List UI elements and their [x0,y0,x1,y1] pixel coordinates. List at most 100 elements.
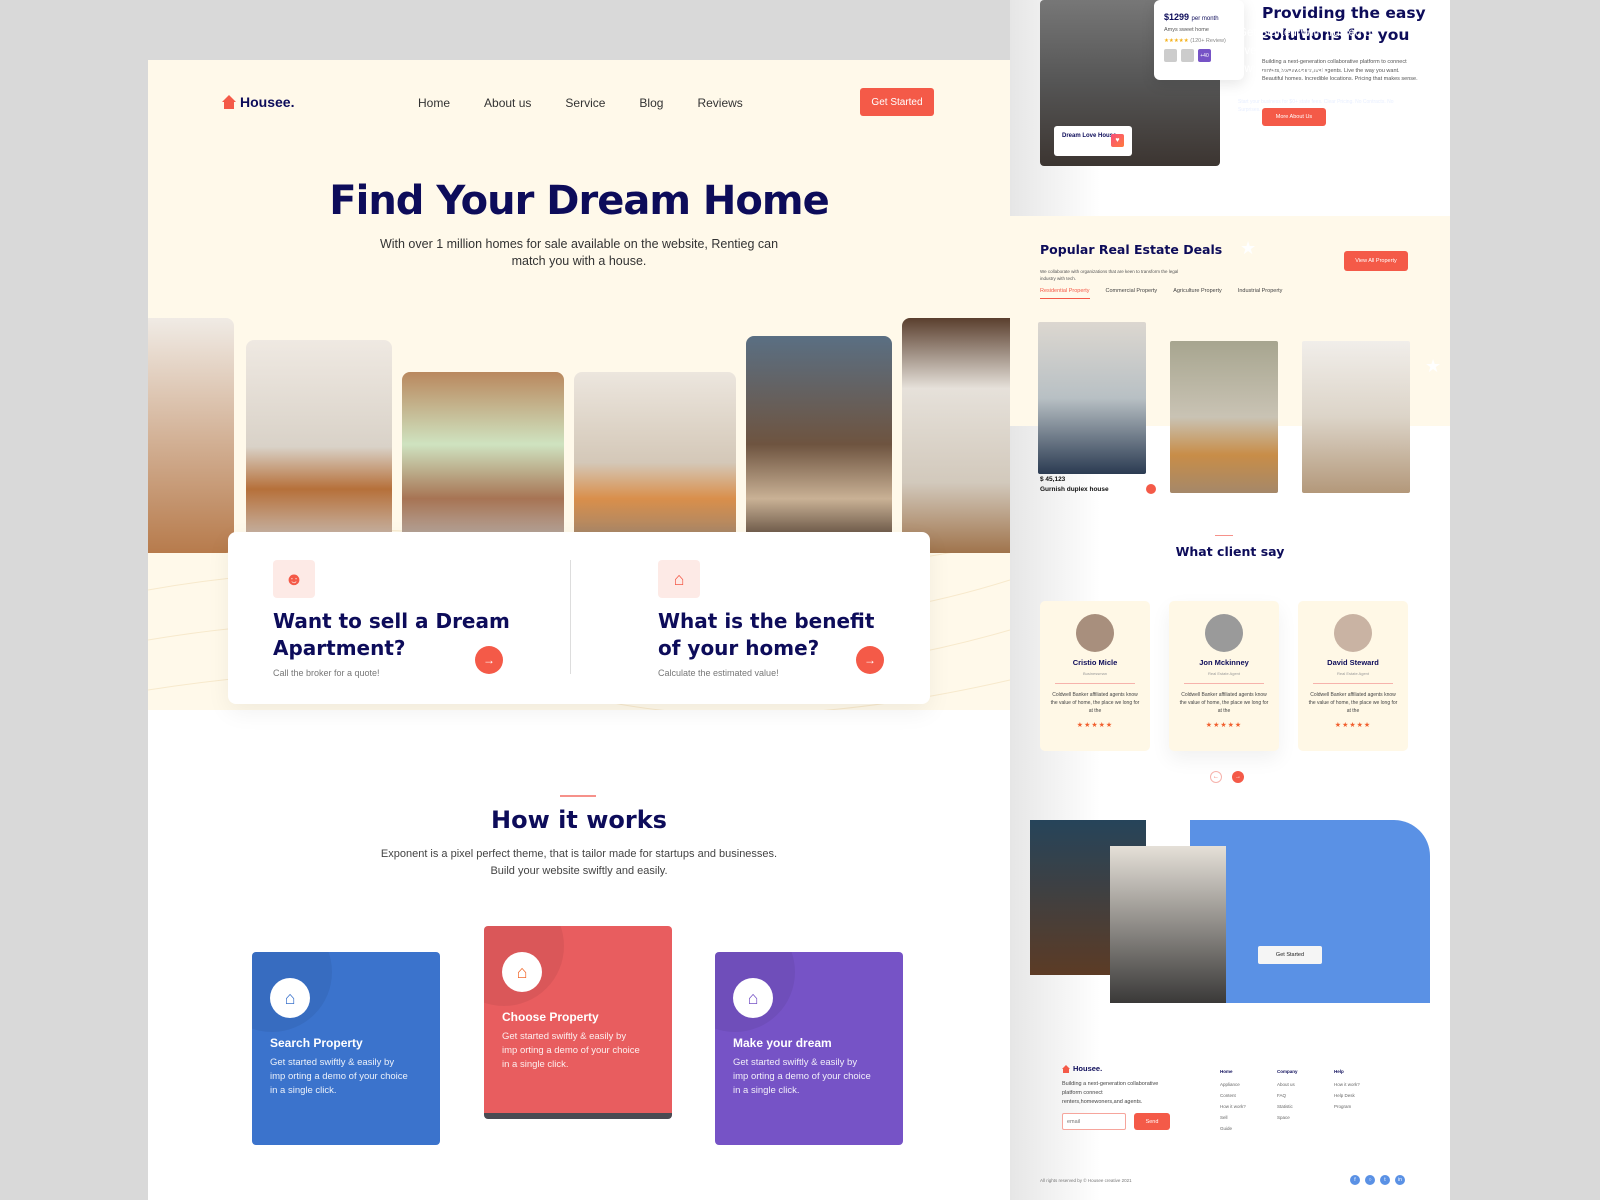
column-heading: Home [1220,1069,1233,1074]
listing-name: Amys sweet home [1164,27,1209,33]
rating-stars: ★★★★★ [1334,722,1372,729]
property-photo[interactable] [1170,341,1278,493]
get-started-button[interactable]: Get Started [860,88,934,116]
footer-logo[interactable]: Housee. [1062,1064,1102,1073]
footer-link[interactable]: Sell [1220,1112,1246,1123]
testimonials-title: What client say [1175,544,1285,559]
property-name: Gurnish duplex house [1040,486,1109,493]
tag-label: Dream Love House [1062,133,1117,139]
footer-link[interactable]: Program [1334,1101,1360,1112]
send-button[interactable]: Send [1134,1113,1170,1130]
hero-title: Find Your Dream Home [329,178,829,224]
listing-price: $1299 per month [1164,12,1219,22]
arrow-left-icon: ← [1213,774,1219,780]
landing-page-main: Housee. Home About us Service Blog Revie… [148,60,1010,1200]
dream-love-house-tag[interactable]: Dream Love House ♥ [1054,126,1132,156]
footer-link[interactable]: Appliance [1220,1079,1246,1090]
gallery-photo [148,318,234,553]
avatar [1164,49,1177,62]
client-role: Real Estate Agent [1336,671,1370,676]
footer-link[interactable]: About us [1277,1079,1298,1090]
prev-button[interactable]: ← [1210,771,1222,783]
feature-benefit: ⌂ What is the benefit of your home? Calc… [613,532,953,704]
footer-link[interactable]: Space [1277,1112,1298,1123]
tab-commercial[interactable]: Commercial Property [1106,288,1158,299]
more-count: +40 [1198,49,1211,62]
feature-subtitle: Call the broker for a quote! [273,668,380,678]
open-property-button[interactable] [1146,484,1156,494]
footer-column-help: Help How it work? Help Desk Program [1334,1066,1360,1112]
twitter-icon[interactable]: t [1380,1175,1390,1185]
arrow-right-icon: → [864,653,876,667]
nav-item-about[interactable]: About us [484,96,531,110]
nav-item-service[interactable]: Service [565,96,605,110]
brand-name: Housee. [1073,1064,1103,1073]
footer-link[interactable]: FAQ [1277,1090,1298,1101]
gallery-photo [902,318,1010,553]
arrow-right-button[interactable]: → [856,646,884,674]
page-shadow [1010,0,1100,1200]
client-role: Businessman [1082,671,1107,676]
nav-item-home[interactable]: Home [418,96,450,110]
house-logo-icon [222,95,236,109]
client-name: Jon Mckinney [1199,658,1249,667]
landing-page-continued: $1299 per month Amys sweet home ★★★★★ (1… [1010,0,1450,1200]
step-title: Choose Property [502,1010,599,1024]
footer-description: Building a next-generation collaborative… [1062,1081,1159,1105]
social-links: f ○ t in [1350,1175,1405,1185]
testimonial-text: Coldwell Banker affiliated agents know t… [1308,692,1398,714]
property-price: $ 45,123 [1040,476,1066,483]
cta-background [1190,820,1430,1003]
cta-get-started-button[interactable]: Get Started [1258,946,1322,964]
testimonial-card: Cristio Micle Businessman Coldwell Banke… [1040,601,1150,751]
avatar [1181,49,1194,62]
facebook-icon[interactable]: f [1350,1175,1360,1185]
tab-residential[interactable]: Residential Property [1040,288,1090,299]
section-accent-line [1215,535,1233,536]
property-photo[interactable] [1302,341,1410,493]
footer-link[interactable]: How it work? [1334,1079,1360,1090]
footer-link[interactable]: Guide [1220,1123,1246,1134]
footer-link[interactable]: Content [1220,1090,1246,1101]
email-input[interactable] [1062,1113,1126,1130]
nav-item-reviews[interactable]: Reviews [697,96,742,110]
avatar [1076,614,1114,652]
step-text: Get started swiftly & easily by imp orti… [733,1057,871,1096]
nav-item-blog[interactable]: Blog [639,96,663,110]
heart-icon[interactable]: ♥ [1111,134,1124,147]
house-logo-icon [1062,1064,1070,1073]
house-chart-icon: ⌂ [270,978,310,1018]
hero-photo-gallery [148,310,1010,555]
view-all-property-button[interactable]: View All Property [1344,251,1408,271]
footer-column-company: Company About us FAQ Statistic Space [1277,1066,1298,1123]
hero-subtitle: With over 1 million homes for sale avail… [379,237,779,268]
tab-industrial[interactable]: Industrial Property [1238,288,1283,299]
footer-link[interactable]: How it work? [1220,1101,1246,1112]
step-card-search[interactable]: ⌂ Search Property Get started swiftly & … [252,952,440,1145]
step-card-choose[interactable]: ⌂ Choose Property Get started swiftly & … [484,926,672,1119]
instagram-icon[interactable]: ○ [1365,1175,1375,1185]
gallery-photo [246,340,392,553]
divider [1184,683,1264,684]
next-button[interactable]: → [1232,771,1244,783]
arrow-right-button[interactable]: → [475,646,503,674]
property-photo[interactable] [1038,322,1146,474]
footer-link[interactable]: Statistic [1277,1101,1298,1112]
top-nav: Housee. Home About us Service Blog Revie… [148,88,1010,120]
brand-logo[interactable]: Housee. [222,94,294,110]
linkedin-icon[interactable]: in [1395,1175,1405,1185]
step-title: Search Property [270,1036,363,1050]
column-heading: Company [1277,1069,1298,1074]
footer-link[interactable]: Help Desk [1334,1090,1360,1101]
footer-column-home: Home Appliance Content How it work? Sell… [1220,1066,1246,1134]
brand-name: Housee. [240,94,295,110]
step-text: Get started swiftly & easily by imp orti… [502,1031,640,1070]
star-decoration-icon: ★ [1425,356,1442,376]
step-card-dream[interactable]: ⌂ Make your dream Get started swiftly & … [715,952,903,1145]
tab-agriculture[interactable]: Agriculture Property [1173,288,1222,299]
client-name: David Steward [1327,658,1379,667]
listing-card[interactable]: $1299 per month Amys sweet home ★★★★★ (1… [1154,0,1244,80]
divider [1055,683,1135,684]
client-role: Real Estate Agent [1207,671,1241,676]
step-text: Get started swiftly & easily by imp orti… [270,1057,408,1096]
